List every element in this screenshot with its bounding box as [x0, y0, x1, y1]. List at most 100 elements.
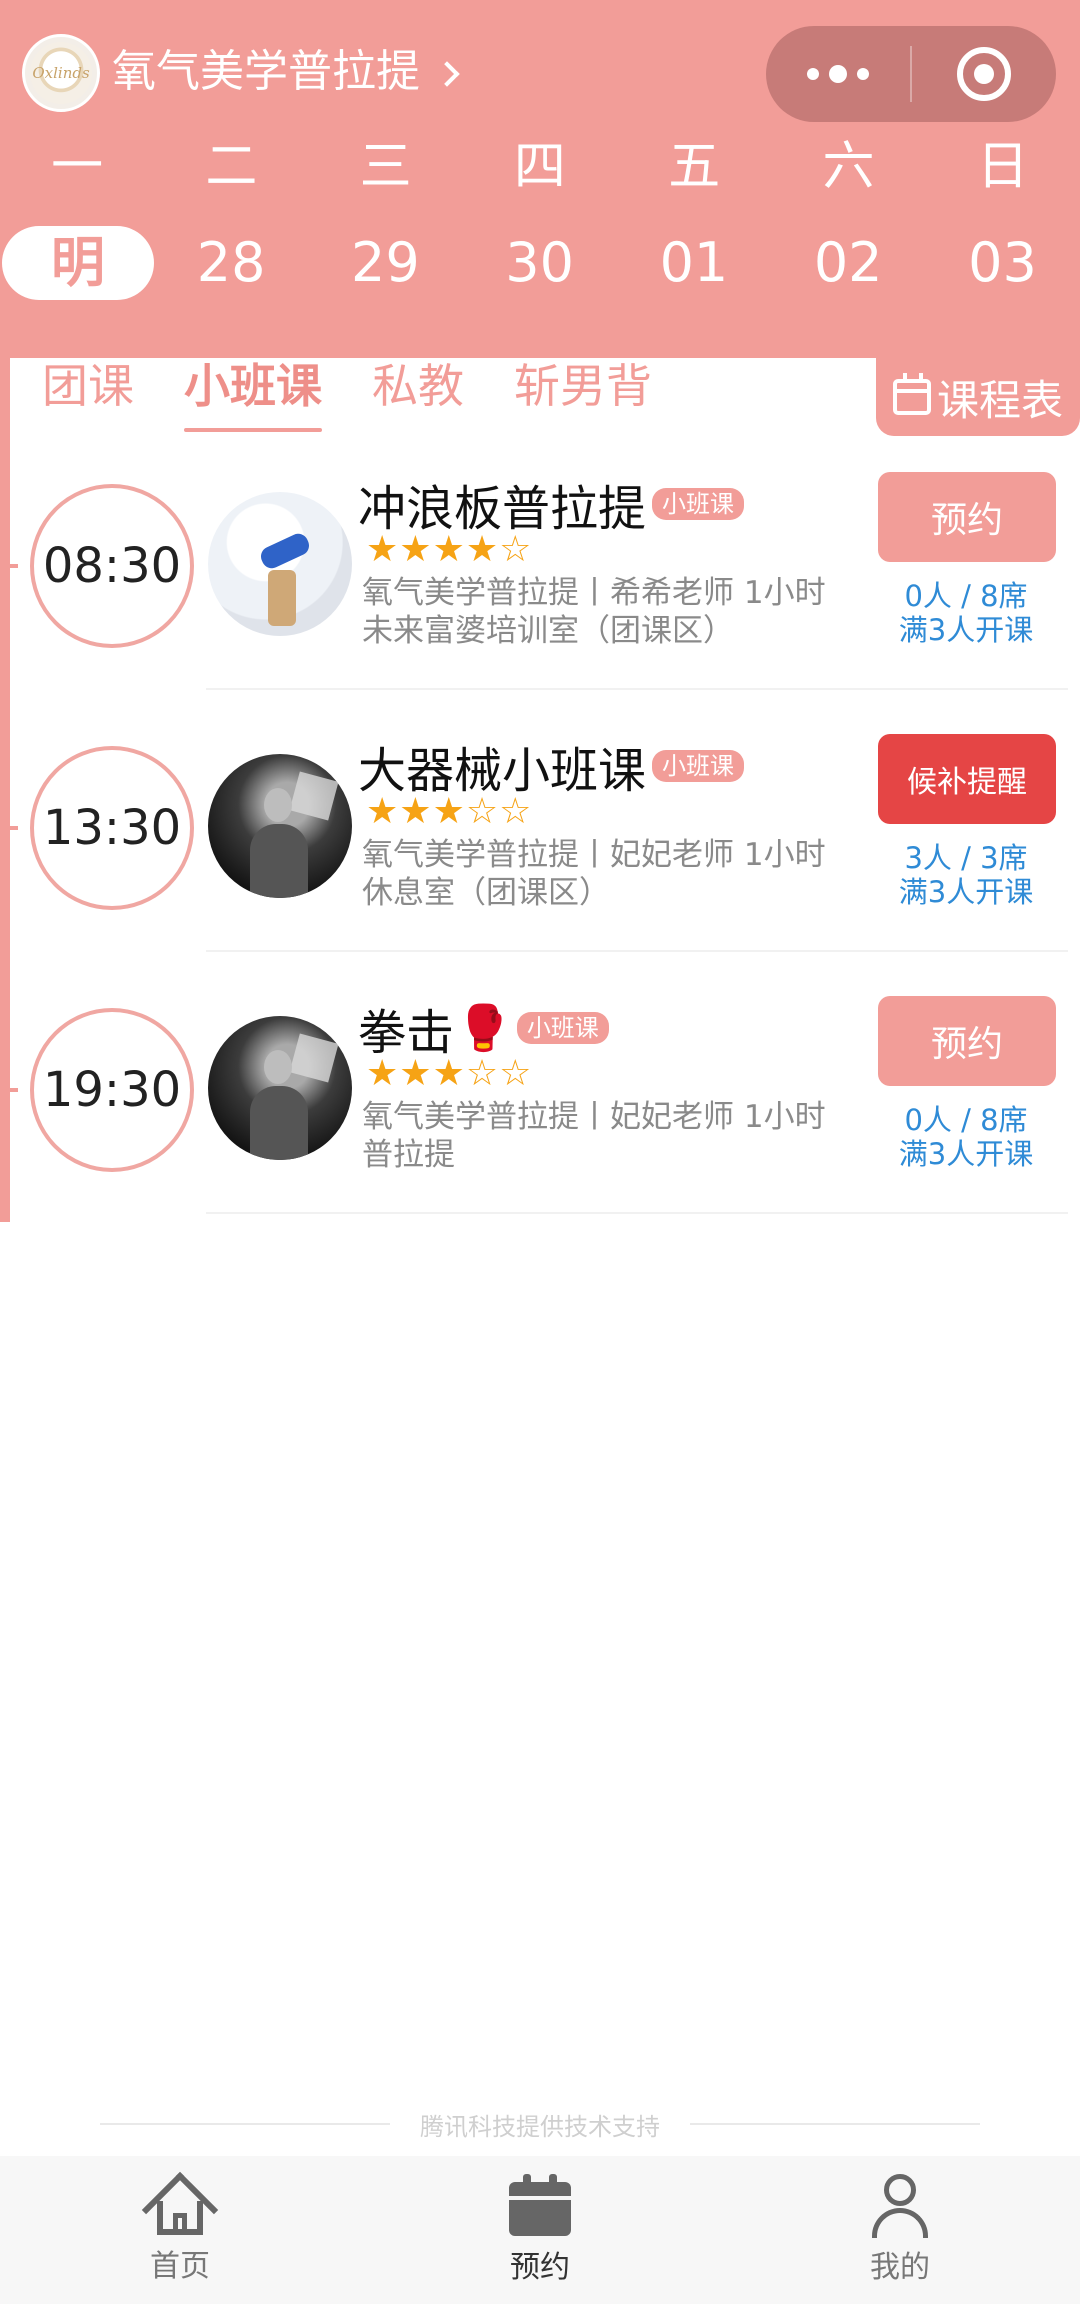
star-filled-icon: ★ [432, 791, 465, 832]
minimum-participants: 满3人开课 [898, 875, 1034, 909]
divider [206, 1212, 1068, 1214]
timeline-marker [2, 826, 18, 830]
minimum-participants: 满3人开课 [898, 613, 1034, 647]
tab-small-class[interactable]: 小班课 [184, 354, 322, 432]
weekday-label: 六 [822, 137, 875, 197]
target-icon [957, 47, 1011, 101]
powered-by-footer: 腾讯科技提供技术支持 [0, 2104, 1080, 2144]
store-logo[interactable]: Oxlinds [22, 34, 100, 112]
footer-line [690, 2123, 980, 2125]
schedule-button[interactable]: 课程表 [876, 358, 1080, 436]
bottom-tabbar: 首页 预约 我的 [0, 2156, 1080, 2304]
tabbar-label: 预约 [510, 2250, 570, 2285]
more-button[interactable] [766, 26, 910, 122]
course-card[interactable]: 19:30 拳击 🥊 小班课 ★ ★ ★ ☆ ☆ 氧气美学普拉提丨妃妃老师 1小… [0, 984, 1080, 1246]
star-filled-icon: ★ [366, 791, 399, 832]
course-type-tabs: 团课 小班课 私教 斩男背 [42, 354, 702, 432]
app-page: Oxlinds 氧气美学普拉提 一 二 三 四 五 六 日 明 28 29 30… [0, 0, 1080, 2304]
star-filled-icon: ★ [366, 529, 399, 570]
course-time: 13:30 [30, 746, 194, 910]
teacher-avatar [208, 492, 352, 636]
course-title-row: 大器械小班课 小班课 [358, 734, 745, 799]
star-empty-icon: ☆ [499, 791, 532, 832]
course-desc-line1: 氧气美学普拉提丨希希老师 1小时 [362, 575, 826, 611]
course-card[interactable]: 08:30 冲浪板普拉提 小班课 ★ ★ ★ ★ ☆ 氧气美学普拉提丨希希老师 … [0, 460, 1080, 722]
seat-count: 0人 / 8席 [904, 1103, 1028, 1137]
date-item-selected[interactable]: 明 [2, 226, 154, 300]
minimum-participants: 满3人开课 [898, 1137, 1034, 1171]
close-miniprogram-button[interactable] [912, 26, 1056, 122]
course-title-row: 冲浪板普拉提 小班课 [358, 472, 745, 537]
tab-back-training[interactable]: 斩男背 [514, 354, 652, 424]
store-name: 氧气美学普拉提 [112, 46, 420, 97]
logo-mark: Oxlinds [30, 42, 92, 104]
date-item[interactable]: 30 [463, 226, 617, 300]
course-time: 08:30 [30, 484, 194, 648]
weekday-row: 一 二 三 四 五 六 日 [0, 132, 1080, 202]
date-row: 明 28 29 30 01 02 03 [0, 226, 1080, 300]
waitlist-reminder-button[interactable]: 候补提醒 [878, 734, 1056, 824]
course-desc-line2: 普拉提 [362, 1137, 455, 1173]
star-filled-icon: ★ [432, 1053, 465, 1094]
weekday-label: 一 [51, 137, 104, 197]
powered-by-text: 腾讯科技提供技术支持 [420, 2112, 660, 2141]
star-empty-icon: ☆ [499, 529, 532, 570]
date-item[interactable]: 03 [925, 226, 1079, 300]
chevron-right-icon [434, 61, 460, 87]
star-filled-icon: ★ [465, 529, 499, 570]
store-title[interactable]: 氧气美学普拉提 [112, 42, 460, 102]
course-badge: 小班课 [516, 1012, 609, 1044]
calendar-icon [509, 2174, 571, 2236]
more-dot-icon [857, 68, 869, 80]
tabbar-item-booking[interactable]: 预约 [360, 2156, 720, 2304]
star-filled-icon: ★ [399, 529, 432, 570]
book-button[interactable]: 预约 [878, 472, 1056, 562]
weekday-label: 日 [976, 137, 1029, 197]
tab-private[interactable]: 私教 [372, 354, 464, 424]
rating-stars: ★ ★ ★ ☆ ☆ [366, 1054, 532, 1094]
seat-count: 3人 / 3席 [904, 841, 1028, 875]
tabbar-item-profile[interactable]: 我的 [720, 2156, 1080, 2304]
course-desc-line2: 休息室（团课区） [362, 875, 610, 911]
weekday-label: 五 [668, 137, 721, 197]
weekday-label: 三 [359, 137, 412, 197]
course-desc-line1: 氧气美学普拉提丨妃妃老师 1小时 [362, 1099, 826, 1135]
date-item[interactable]: 01 [617, 226, 771, 300]
timeline-marker [2, 1088, 18, 1092]
home-icon [141, 2171, 219, 2249]
star-filled-icon: ★ [399, 1053, 432, 1094]
miniprogram-capsule [766, 26, 1056, 122]
more-dot-icon [807, 68, 819, 80]
course-badge: 小班课 [652, 750, 745, 782]
header: Oxlinds 氧气美学普拉提 一 二 三 四 五 六 日 明 28 29 30… [0, 0, 1080, 358]
timeline-marker [2, 564, 18, 568]
rating-stars: ★ ★ ★ ★ ☆ [366, 530, 532, 570]
course-card[interactable]: 13:30 大器械小班课 小班课 ★ ★ ★ ☆ ☆ 氧气美学普拉提丨妃妃老师 … [0, 722, 1080, 984]
rating-stars: ★ ★ ★ ☆ ☆ [366, 792, 532, 832]
teacher-avatar [208, 1016, 352, 1160]
star-filled-icon: ★ [399, 791, 432, 832]
tab-group-class[interactable]: 团课 [42, 354, 134, 424]
course-time: 19:30 [30, 1008, 194, 1172]
weekday-label: 四 [513, 137, 566, 197]
course-desc-line2: 未来富婆培训室（团课区） [362, 613, 734, 649]
date-item[interactable]: 28 [154, 226, 308, 300]
star-empty-icon: ☆ [499, 1053, 532, 1094]
user-icon [870, 2174, 930, 2238]
schedule-button-label: 课程表 [936, 375, 1063, 425]
seat-count: 0人 / 8席 [904, 579, 1028, 613]
course-badge: 小班课 [652, 488, 745, 520]
weekday-label: 二 [205, 137, 258, 197]
divider [206, 688, 1068, 690]
date-item[interactable]: 29 [308, 226, 462, 300]
divider [206, 950, 1068, 952]
star-empty-icon: ☆ [465, 791, 499, 832]
course-desc-line1: 氧气美学普拉提丨妃妃老师 1小时 [362, 837, 826, 873]
course-title-row: 拳击 🥊 小班课 [358, 996, 609, 1061]
star-empty-icon: ☆ [465, 1053, 499, 1094]
tabbar-item-home[interactable]: 首页 [0, 2156, 360, 2304]
book-button[interactable]: 预约 [878, 996, 1056, 1086]
date-item[interactable]: 02 [771, 226, 925, 300]
teacher-avatar [208, 754, 352, 898]
boxing-glove-icon: 🥊 [456, 1003, 511, 1054]
